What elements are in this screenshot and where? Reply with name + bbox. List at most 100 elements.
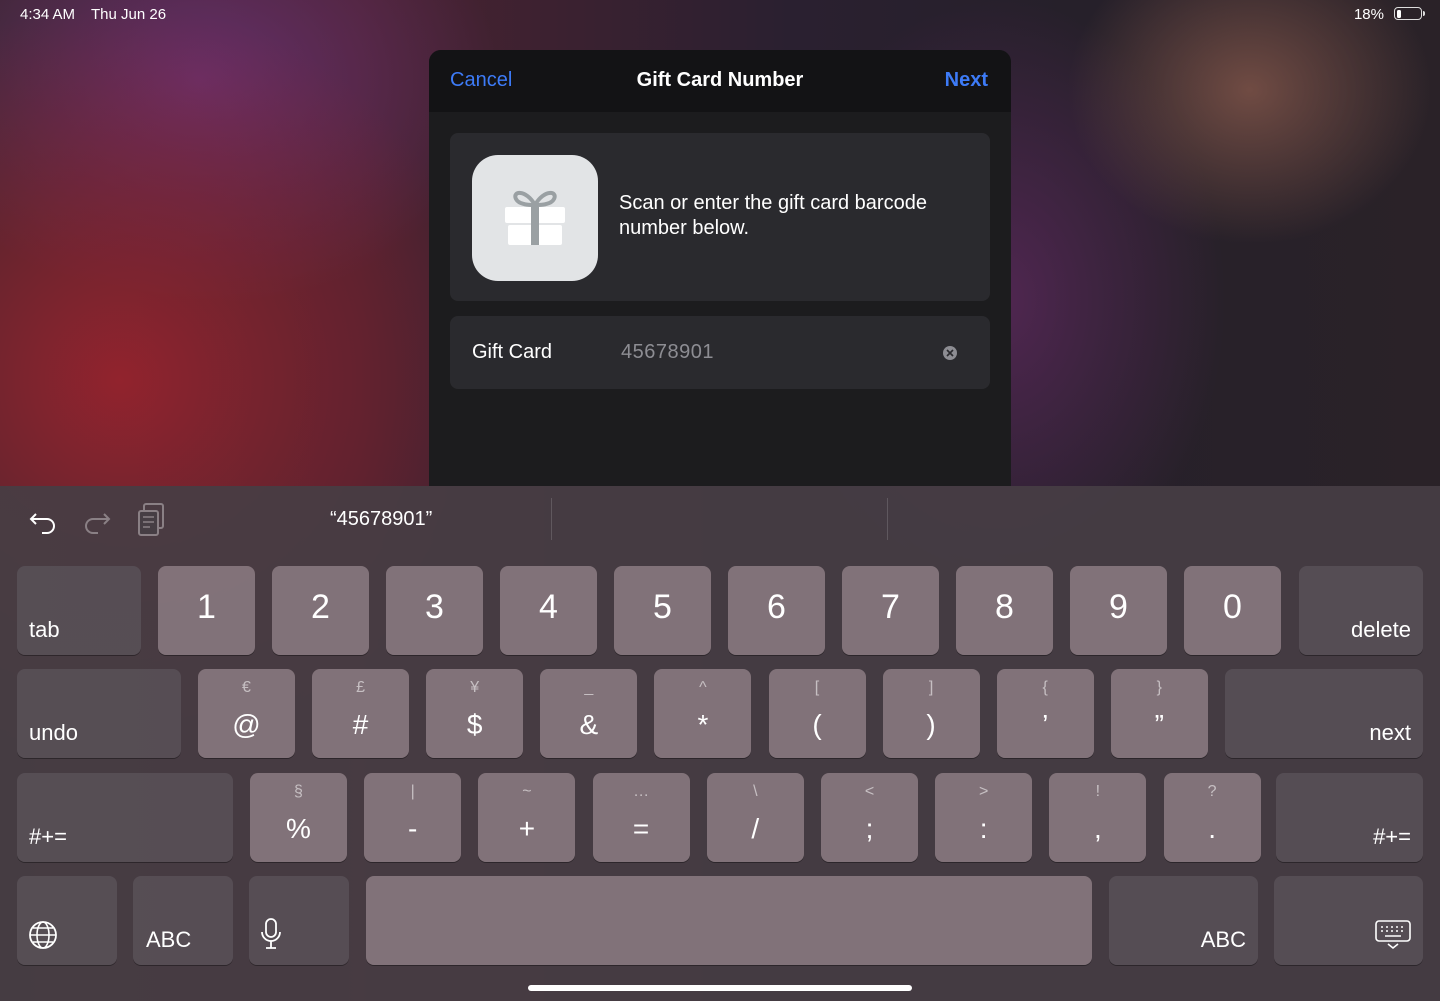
key-label: * [697,709,709,740]
key-label: 3 [425,588,444,626]
key-label: / [751,813,760,844]
symbol-key[interactable]: >: [935,773,1033,862]
globe-key[interactable] [17,876,117,965]
abc-left-key[interactable]: ABC [133,876,233,965]
keyboard-shortcut-bar: “45678901” [0,486,1440,552]
key-0[interactable]: 0 [1184,566,1281,655]
symbols-shift-left-key[interactable]: #+= [17,773,233,862]
key-label: 1 [197,588,216,626]
key-label: ) [926,709,936,740]
symbol-key[interactable]: }” [1110,669,1208,758]
key-label: @ [232,709,261,740]
keyboard: “45678901” tab 1234567890 delete undo € @… [0,486,1440,1001]
symbol-key[interactable]: ?. [1163,773,1261,862]
key-3[interactable]: 3 [386,566,483,655]
key-secondary-label: … [633,783,650,800]
key-label: 9 [1109,588,1128,626]
key-8[interactable]: 8 [956,566,1053,655]
symbol-key[interactable]: € @ [198,669,295,758]
key-secondary-label: ¥ [470,679,480,696]
key-7[interactable]: 7 [842,566,939,655]
key-label: 5 [653,588,672,626]
abc-right-key[interactable]: ABC [1109,876,1258,965]
sheet-nav-bar: Cancel Gift Card Number Next [429,50,1011,112]
symbol-key[interactable]: <; [821,773,918,862]
key-label: : [979,813,988,844]
key-secondary-label: ! [1095,783,1101,800]
tab-key[interactable]: tab [17,566,141,655]
key-secondary-label: € [242,679,251,696]
gift-card-field-label: Gift Card [472,341,553,363]
key-label: ( [812,709,822,740]
symbol-key[interactable]: _ & [540,669,638,758]
symbol-key[interactable]: {’ [996,669,1094,758]
key-secondary-label: } [1156,679,1162,696]
next-key[interactable]: next [1225,669,1423,758]
globe-icon [28,920,58,955]
symbol-key[interactable]: ~ + [478,773,576,862]
key-secondary-label: ^ [699,679,707,696]
next-button[interactable]: Next [945,69,988,92]
symbol-key[interactable]: ¥ $ [426,669,524,758]
symbol-key[interactable]: !, [1049,773,1147,862]
microphone-icon [259,918,283,955]
symbol-key[interactable]: \ / [706,773,804,862]
home-indicator[interactable] [528,985,912,991]
gift-card-number-input[interactable]: 45678901 [621,341,714,364]
key-1[interactable]: 1 [158,566,255,655]
key-secondary-label: § [294,783,303,800]
key-label: 7 [881,588,900,626]
key-secondary-label: _ [584,679,594,696]
gift-card-info-card: Scan or enter the gift card barcode numb… [450,133,990,301]
battery-percentage: 18% [1353,6,1384,23]
symbol-key[interactable]: … = [592,773,690,862]
space-key[interactable] [366,876,1092,965]
key-2[interactable]: 2 [272,566,369,655]
key-secondary-label: ~ [522,783,532,800]
key-label: - [408,813,418,844]
key-label: ” [1154,709,1164,740]
key-label: . [1208,813,1216,844]
key-label: 2 [311,588,330,626]
dismiss-keyboard-key[interactable] [1274,876,1423,965]
key-secondary-label: \ [753,783,758,800]
dictation-key[interactable] [249,876,349,965]
key-secondary-label: | [410,783,415,800]
undo-key[interactable]: undo [17,669,181,758]
battery-icon [1394,7,1425,20]
key-secondary-label: < [864,783,875,800]
clipboard-icon[interactable] [136,502,166,536]
key-9[interactable]: 9 [1070,566,1167,655]
symbol-key[interactable]: [( [768,669,866,758]
key-label: 8 [995,588,1014,626]
undo-arrow-icon[interactable] [28,506,58,534]
symbol-key[interactable]: £ # [312,669,410,758]
key-5[interactable]: 5 [614,566,711,655]
key-label: 0 [1223,588,1242,626]
key-secondary-label: ? [1207,783,1217,800]
symbol-key[interactable]: §% [250,773,347,862]
sheet-title: Gift Card Number [636,69,804,91]
gift-card-field-row[interactable]: Gift Card 45678901 [450,316,990,389]
clear-circle-icon[interactable] [943,346,957,360]
autocomplete-suggestion[interactable]: “45678901” [330,508,432,531]
symbols-shift-right-key[interactable]: #+= [1276,773,1423,862]
suggestion-divider [551,498,552,540]
status-time: 4:34 AM [20,6,76,23]
key-secondary-label: £ [356,679,366,696]
key-label: % [286,813,311,844]
key-label: # [352,709,369,740]
symbol-key[interactable]: ^ * [654,669,752,758]
symbol-key[interactable]: | - [364,773,462,862]
key-label: $ [466,709,483,740]
gift-card-sheet: Cancel Gift Card Number Next Scan or ent… [429,50,1011,486]
key-4[interactable]: 4 [500,566,597,655]
key-label: = [632,813,650,844]
gift-card-instructions: Scan or enter the gift card barcode numb… [619,192,927,239]
key-label: , [1094,813,1102,844]
key-6[interactable]: 6 [728,566,825,655]
redo-arrow-icon[interactable] [82,506,112,534]
status-bar: 4:34 AM Thu Jun 26 18% [0,0,1440,30]
delete-key[interactable]: delete [1299,566,1423,655]
symbol-key[interactable]: ]) [882,669,980,758]
